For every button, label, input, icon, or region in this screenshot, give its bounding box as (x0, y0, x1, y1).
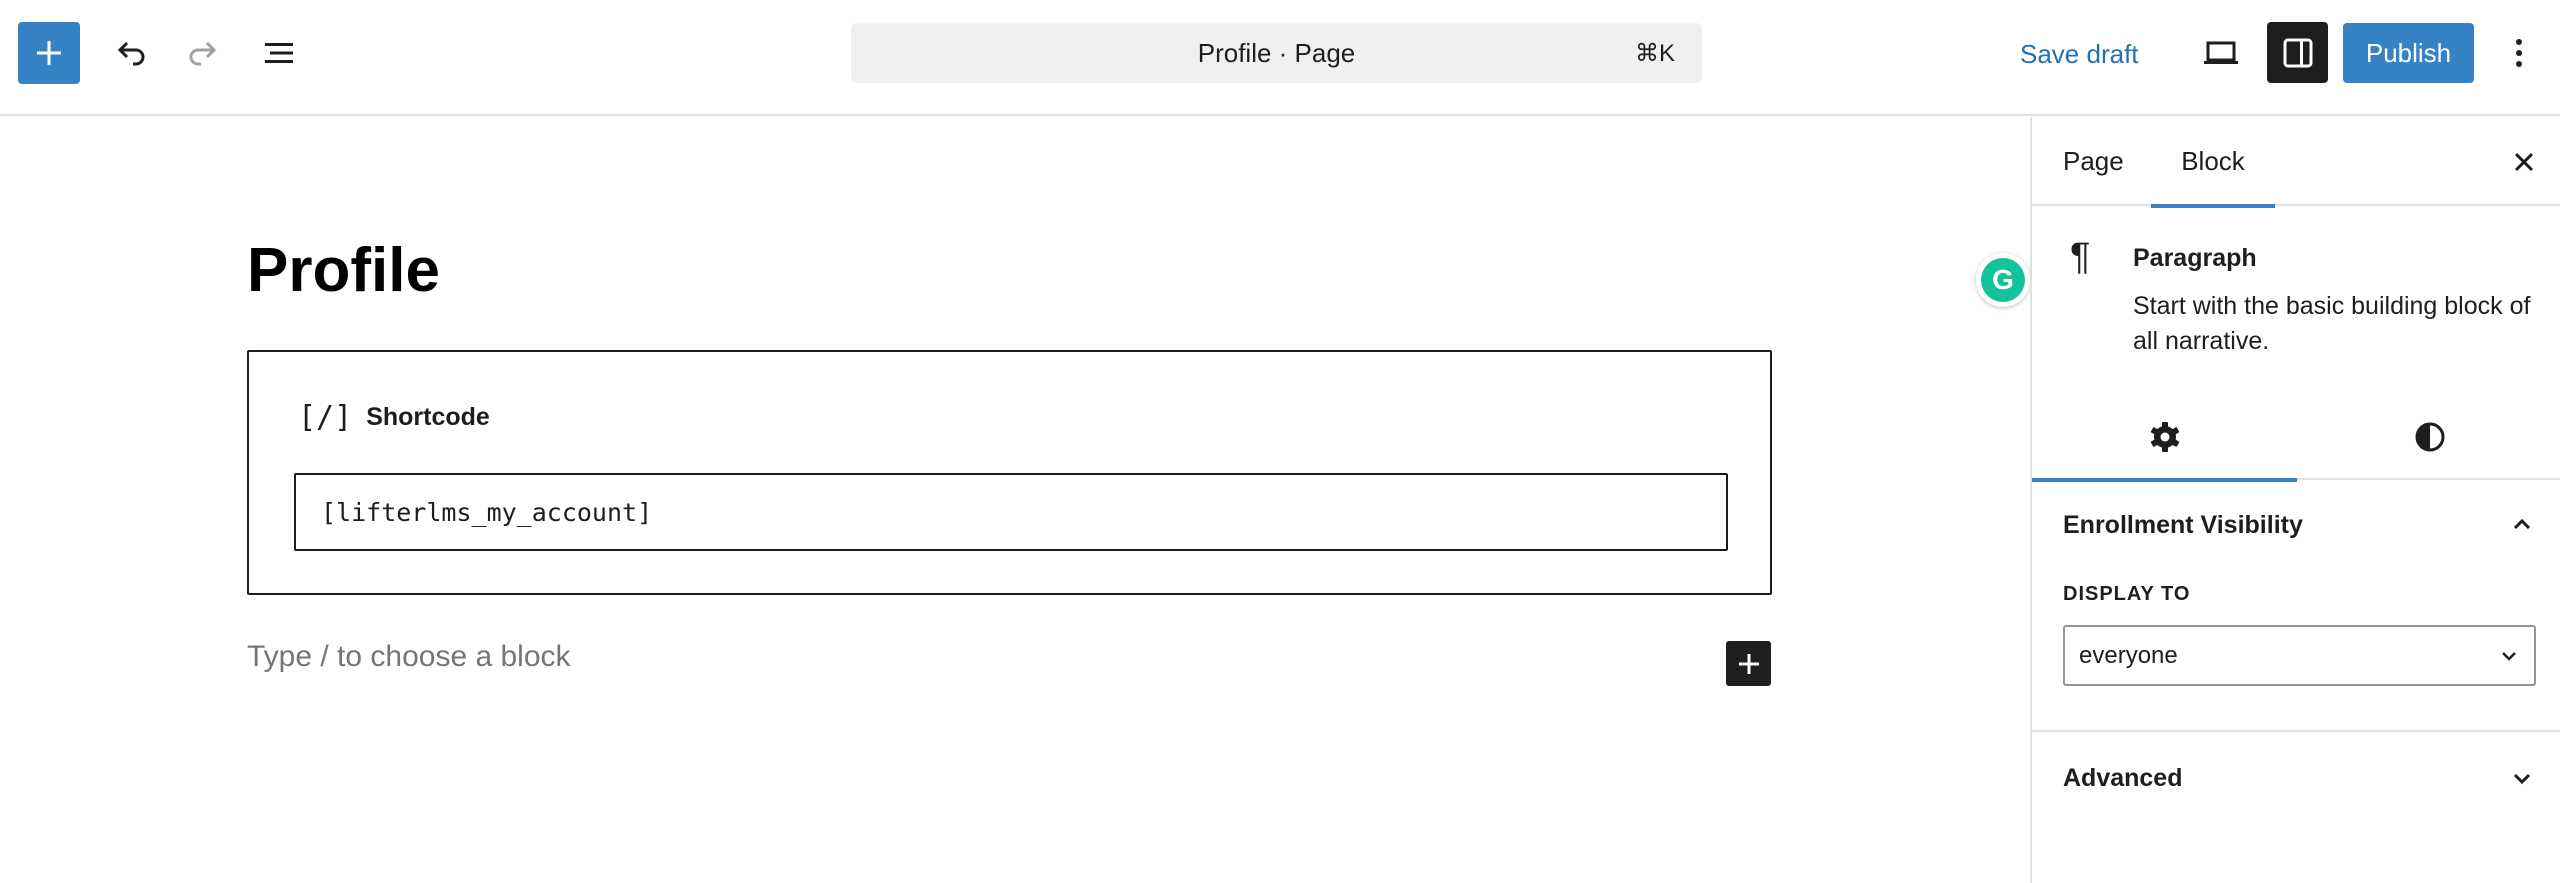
post-title[interactable]: Profile (247, 235, 440, 306)
block-card-title: Paragraph (2133, 244, 2257, 272)
add-block-button[interactable] (18, 22, 80, 84)
document-title: Profile · Page (1197, 37, 1356, 68)
undo-button[interactable] (100, 22, 162, 84)
close-icon (2514, 152, 2534, 172)
settings-sidebar-toggle[interactable] (2267, 22, 2328, 83)
tab-block[interactable]: Block (2151, 117, 2275, 208)
panel-divider (2032, 730, 2560, 732)
tab-styles[interactable] (2297, 394, 2560, 480)
keyboard-shortcut-hint: ⌘K (1634, 40, 1675, 67)
redo-icon (189, 41, 217, 66)
command-palette-bar[interactable]: Profile · Page ⌘K (851, 23, 1702, 83)
display-to-value: everyone (2079, 641, 2178, 669)
settings-sidebar: Page Block ¶ Paragraph Start with the ba… (2030, 117, 2560, 883)
enrollment-visibility-panel-toggle[interactable]: Enrollment Visibility (2032, 482, 2560, 568)
inline-add-block-button[interactable] (1726, 641, 1771, 686)
advanced-panel-toggle[interactable]: Advanced (2032, 735, 2560, 821)
shortcode-label: Shortcode (366, 403, 490, 431)
sidebar-tabs: Page Block (2032, 117, 2560, 208)
shortcode-block[interactable]: [/] Shortcode [lifterlms_my_account] (247, 350, 1772, 595)
shortcode-icon: [/] (298, 400, 353, 435)
editor-header: Profile · Page ⌘K Save draft Publish (0, 0, 2560, 116)
laptop-icon (2204, 41, 2238, 64)
block-card: ¶ Paragraph Start with the basic buildin… (2032, 206, 2560, 355)
close-sidebar-button[interactable] (2502, 140, 2546, 184)
publish-button[interactable]: Publish (2343, 23, 2474, 83)
tab-settings[interactable] (2032, 394, 2297, 482)
display-to-label: DISPLAY TO (2063, 583, 2191, 605)
editor-canvas: Profile [/] Shortcode [lifterlms_my_acco… (0, 117, 2030, 883)
list-view-icon (265, 43, 293, 63)
sidebar-toggle-icon (2283, 38, 2312, 67)
options-menu-button[interactable] (2496, 22, 2542, 84)
chevron-down-icon (2502, 758, 2542, 798)
contrast-icon (2415, 422, 2444, 452)
paragraph-icon: ¶ (2070, 236, 2091, 278)
tab-page[interactable]: Page (2063, 117, 2124, 206)
grammarly-button[interactable]: G (1976, 253, 2030, 307)
block-card-description: Start with the basic building block of a… (2133, 292, 2531, 355)
block-appender-placeholder[interactable]: Type / to choose a block (247, 640, 571, 674)
enrollment-visibility-title: Enrollment Visibility (2063, 510, 2303, 539)
block-inspector-tabs (2032, 394, 2560, 482)
document-overview-button[interactable] (248, 22, 310, 84)
undo-icon (117, 41, 145, 66)
plus-icon (1738, 653, 1759, 674)
grammarly-icon: G (1981, 258, 2025, 302)
preview-button[interactable] (2190, 22, 2252, 84)
chevron-down-icon (2496, 643, 2522, 669)
save-draft-button[interactable]: Save draft (2020, 33, 2139, 75)
gear-icon (2150, 422, 2179, 452)
more-vertical-icon (2516, 39, 2522, 67)
advanced-title: Advanced (2063, 763, 2183, 792)
shortcode-input[interactable]: [lifterlms_my_account] (294, 473, 1728, 551)
chevron-up-icon (2502, 505, 2542, 545)
display-to-select[interactable]: everyone (2063, 625, 2536, 686)
shortcode-block-label-row: [/] Shortcode (298, 400, 490, 435)
plus-icon (37, 41, 61, 65)
redo-button[interactable] (172, 22, 234, 84)
